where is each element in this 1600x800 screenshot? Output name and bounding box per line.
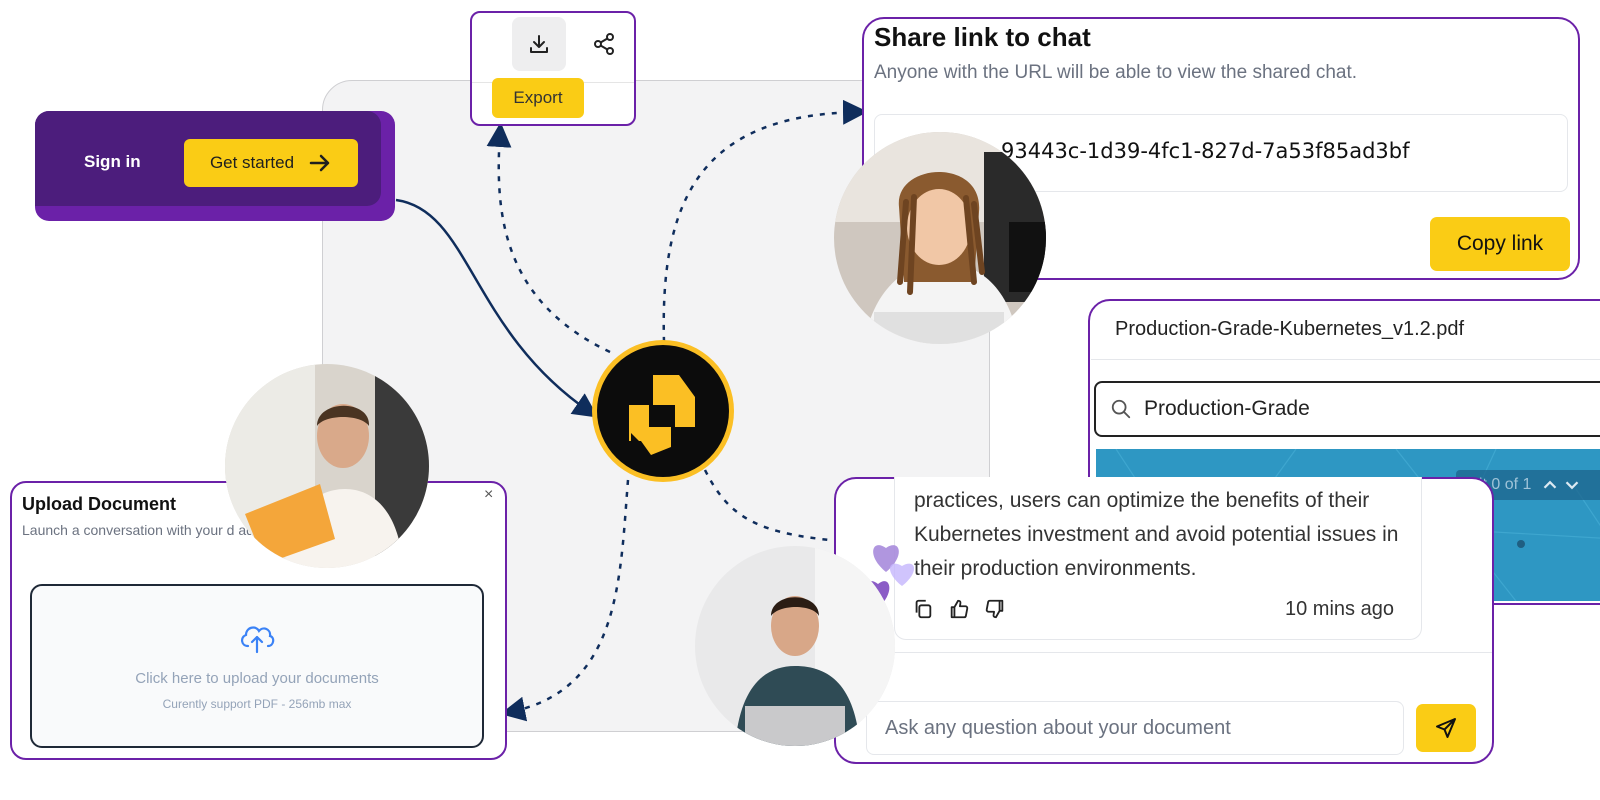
chat-input-placeholder: Ask any question about your document (885, 716, 1231, 739)
app-logo (592, 340, 734, 482)
thumbs-up-icon[interactable] (948, 598, 970, 620)
dropzone-label: Click here to upload your documents (135, 670, 379, 687)
share-dialog-title: Share link to chat (874, 22, 1091, 52)
signin-link[interactable]: Sign in (84, 152, 141, 172)
chat-input[interactable]: Ask any question about your document (866, 701, 1404, 755)
message-timestamp: 10 mins ago (1285, 598, 1394, 620)
share-button[interactable] (588, 28, 620, 60)
pdf-divider (1091, 359, 1600, 360)
close-icon[interactable]: × (484, 486, 493, 504)
copy-link-button[interactable]: Copy link (1430, 217, 1570, 271)
avatar-man-laptop (695, 546, 895, 746)
share-dialog-subtitle: Anyone with the URL will be able to view… (874, 62, 1358, 83)
arrow-right-icon (309, 154, 330, 172)
pdf-search-value: Production-Grade (1144, 397, 1310, 420)
search-icon (1111, 399, 1131, 419)
pdf-search-input[interactable]: Production-Grade (1094, 381, 1600, 437)
assistant-message-text: practices, users can optimize the benefi… (914, 489, 1399, 580)
chevron-down-icon[interactable] (1561, 474, 1583, 496)
avatar-woman (834, 132, 1046, 344)
chat-divider (836, 652, 1492, 653)
dropzone-sublabel: Curently support PDF - 256mb max (162, 697, 352, 711)
share-nodes-icon (594, 33, 614, 55)
chevron-up-icon[interactable] (1539, 474, 1561, 496)
pdf-file-name: Production-Grade-Kubernetes_v1.2.pdf (1115, 318, 1465, 340)
send-button[interactable] (1416, 704, 1476, 752)
get-started-label: Get started (209, 153, 295, 172)
download-icon (530, 35, 548, 53)
thumbs-down-icon[interactable] (984, 598, 1006, 620)
get-started-button[interactable]: Get started (184, 139, 358, 187)
upload-dropzone[interactable] (30, 584, 484, 748)
avatar-man-reading (225, 364, 429, 568)
brand-mark-icon (597, 345, 729, 477)
share-url-text: 93443c-1d39-4fc1-827d-7a53f85ad3bf (1001, 139, 1410, 163)
upload-dialog-title: Upload Document (22, 494, 177, 514)
download-button[interactable] (512, 17, 566, 71)
export-button[interactable]: Export (492, 78, 584, 118)
send-icon (1436, 718, 1456, 738)
cloud-upload-icon (241, 626, 275, 654)
